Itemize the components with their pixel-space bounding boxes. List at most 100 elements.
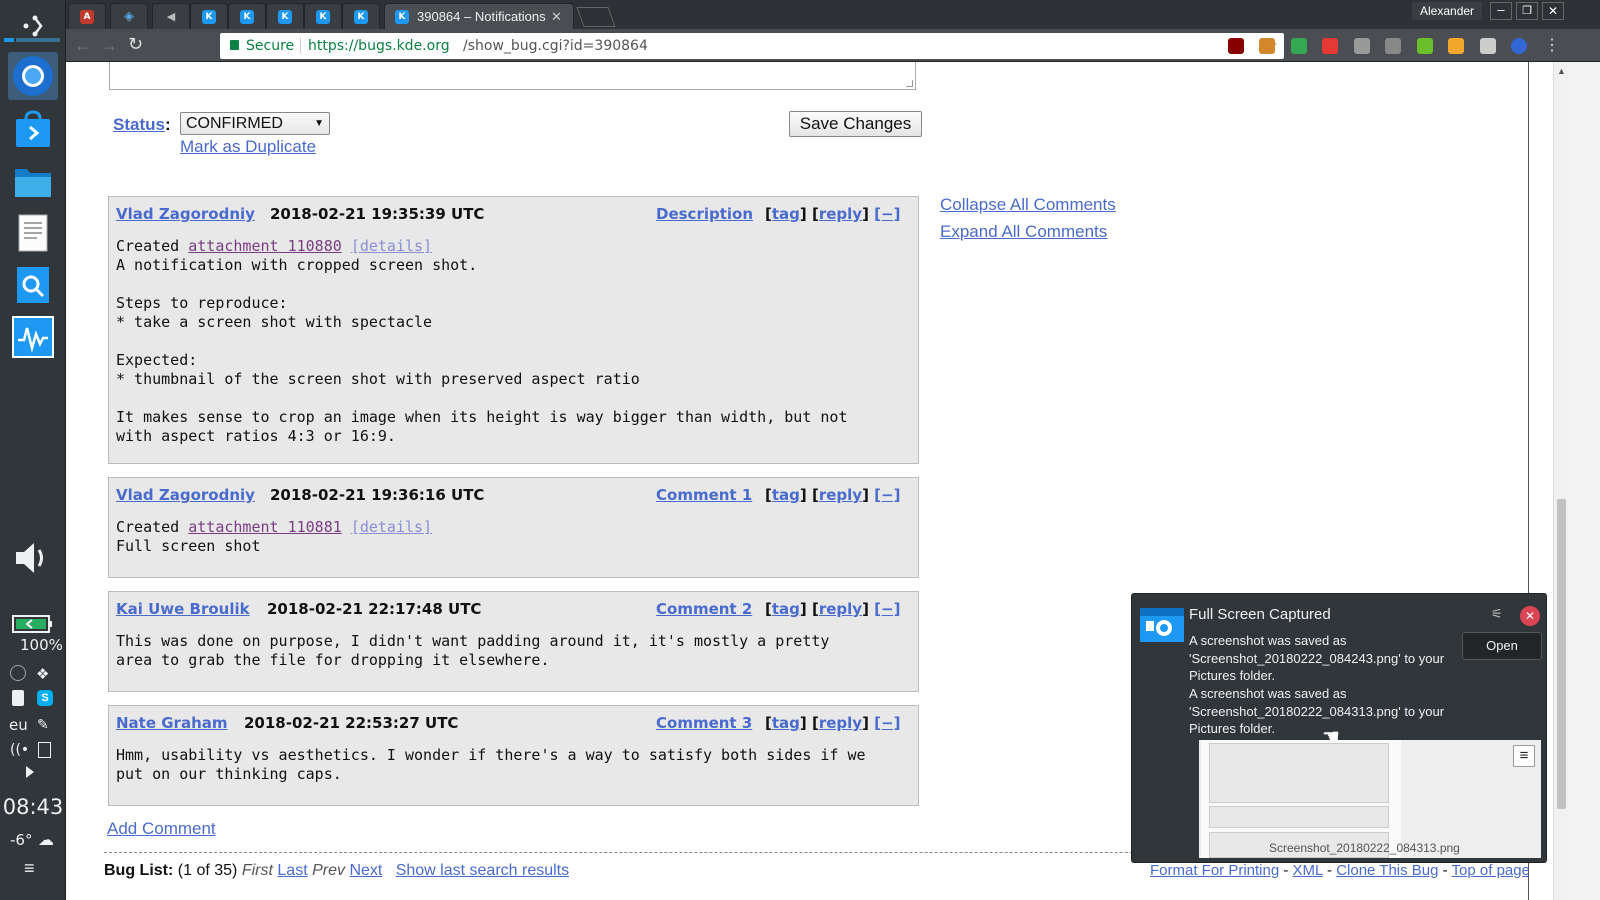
tab-kde-2[interactable]: K xyxy=(228,3,266,29)
extension-2-icon[interactable] xyxy=(1259,38,1275,54)
tab-pinned-2[interactable]: ◈ xyxy=(110,3,148,29)
close-tab-icon[interactable]: ✕ xyxy=(551,9,562,25)
next-link[interactable]: Next xyxy=(349,862,382,879)
chromium-task-icon[interactable] xyxy=(8,52,58,100)
forward-icon[interactable]: → xyxy=(100,35,118,56)
weather-temperature[interactable]: -6° xyxy=(10,831,32,849)
volume-icon[interactable] xyxy=(12,540,52,581)
comment-number-link[interactable]: Comment 3 xyxy=(656,714,752,732)
skype-icon[interactable]: S xyxy=(37,690,53,706)
tab-kde-1[interactable]: K xyxy=(190,3,228,29)
comment-number-link[interactable]: Comment 2 xyxy=(656,600,752,618)
tag-link[interactable]: tag xyxy=(772,486,800,504)
scrollbar-thumb[interactable] xyxy=(1557,499,1566,809)
mail-extension-icon[interactable] xyxy=(1385,38,1401,54)
keyboard-layout[interactable]: eu xyxy=(9,716,28,734)
collapse-comment-link[interactable]: [−] xyxy=(874,205,900,223)
expand-tray-icon[interactable] xyxy=(26,766,34,778)
tag-link[interactable]: tag xyxy=(772,714,800,732)
comment-number-link[interactable]: Comment 1 xyxy=(656,486,752,504)
add-comment-link[interactable]: Add Comment xyxy=(107,819,216,839)
usb-device-icon[interactable] xyxy=(12,690,24,706)
text-editor-icon[interactable] xyxy=(8,209,58,257)
application-launcher-icon[interactable] xyxy=(8,2,58,50)
top-of-page-link[interactable]: Top of page xyxy=(1452,862,1528,879)
collapse-all-comments-link[interactable]: Collapse All Comments xyxy=(940,195,1116,215)
comment-textarea[interactable] xyxy=(109,62,916,90)
save-changes-button[interactable]: Save Changes xyxy=(789,111,922,137)
tab-pinned-3[interactable]: ◀ xyxy=(152,3,190,29)
status-select[interactable]: CONFIRMED ▼ xyxy=(180,112,330,135)
details-link[interactable]: [details] xyxy=(351,237,432,255)
reply-link[interactable]: reply xyxy=(819,600,862,618)
collapse-comment-link[interactable]: [−] xyxy=(874,714,900,732)
discover-store-icon[interactable] xyxy=(8,105,58,153)
attachment-link[interactable]: attachment 110880 xyxy=(188,237,342,255)
screenshot-thumbnail[interactable]: ≡ Screenshot_20180222_084313.png xyxy=(1189,740,1541,858)
colorful-extension-icon[interactable] xyxy=(1448,38,1464,54)
minimize-window-icon[interactable]: – xyxy=(1490,2,1512,20)
page-scrollbar[interactable]: ▲ xyxy=(1553,62,1568,900)
restore-window-icon[interactable]: ❐ xyxy=(1516,2,1538,20)
scroll-up-icon[interactable]: ▲ xyxy=(1557,66,1566,76)
notification-settings-icon[interactable]: ⚟ xyxy=(1491,606,1503,622)
search-tool-icon[interactable] xyxy=(8,261,58,309)
notification-status-icon[interactable] xyxy=(10,665,26,681)
extension-4-icon[interactable] xyxy=(1322,38,1338,54)
comment-author[interactable]: Vlad Zagorodniy xyxy=(116,486,255,504)
mark-duplicate-link[interactable]: Mark as Duplicate xyxy=(180,137,316,157)
clone-bug-link[interactable]: Clone This Bug xyxy=(1336,862,1438,879)
network-wifi-icon[interactable]: ((• xyxy=(10,742,29,758)
tag-link[interactable]: tag xyxy=(772,600,800,618)
resize-handle[interactable] xyxy=(906,80,913,87)
comment-author[interactable]: Nate Graham xyxy=(116,714,228,732)
thumbnail-menu-icon[interactable]: ≡ xyxy=(1513,745,1535,767)
tab-kde-5[interactable]: K xyxy=(342,3,380,29)
status-help-link[interactable]: Status xyxy=(113,115,165,134)
panel-menu-icon[interactable]: ≡ xyxy=(24,858,35,879)
reply-link[interactable]: reply xyxy=(819,486,862,504)
green-arrow-extension-icon[interactable] xyxy=(1417,38,1433,54)
show-last-search-link[interactable]: Show last search results xyxy=(396,862,569,879)
tab-pinned-1[interactable]: A xyxy=(68,3,106,29)
chrome-menu-icon[interactable]: ⋮ xyxy=(1544,35,1560,55)
ublock-extension-icon[interactable] xyxy=(1228,38,1244,54)
extension-3-icon[interactable] xyxy=(1291,38,1307,54)
battery-icon[interactable] xyxy=(12,615,52,638)
tag-link[interactable]: tag xyxy=(772,205,800,223)
collapse-comment-link[interactable]: [−] xyxy=(874,600,900,618)
address-bar[interactable]: Secure https://bugs.kde.org /show_bug.cg… xyxy=(220,33,1284,59)
details-link[interactable]: [details] xyxy=(351,518,432,536)
reload-icon[interactable]: ↻ xyxy=(128,34,143,55)
tab-active[interactable]: K 390864 – Notifications ✕ xyxy=(384,3,574,29)
extension-9-icon[interactable] xyxy=(1480,38,1496,54)
collapse-comment-link[interactable]: [−] xyxy=(874,486,900,504)
download-extension-icon[interactable] xyxy=(1354,38,1370,54)
comment-author[interactable]: Vlad Zagorodniy xyxy=(116,205,255,223)
clipboard-icon[interactable] xyxy=(38,742,51,758)
last-link[interactable]: Last xyxy=(277,862,307,879)
comment-number-link[interactable]: Description xyxy=(656,205,753,223)
kdeconnect-icon[interactable]: ✎ xyxy=(37,716,49,733)
close-window-icon[interactable]: ✕ xyxy=(1542,2,1564,20)
back-icon[interactable]: ← xyxy=(74,35,92,56)
block-extension-icon[interactable] xyxy=(1511,38,1527,54)
comment-description: Vlad Zagorodniy 2018-02-21 19:35:39 UTC … xyxy=(108,196,919,464)
profile-name[interactable]: Alexander xyxy=(1412,2,1483,20)
reply-link[interactable]: reply xyxy=(819,714,862,732)
dropbox-icon[interactable]: ❖ xyxy=(36,665,49,683)
digital-clock[interactable]: 08:43 xyxy=(0,795,66,819)
reply-link[interactable]: reply xyxy=(819,205,862,223)
file-manager-icon[interactable] xyxy=(8,157,58,205)
new-tab-button[interactable] xyxy=(576,7,616,27)
expand-all-comments-link[interactable]: Expand All Comments xyxy=(940,222,1107,242)
tab-kde-4[interactable]: K xyxy=(304,3,342,29)
notification-close-icon[interactable]: ✕ xyxy=(1520,606,1540,626)
system-monitor-icon[interactable] xyxy=(8,313,58,361)
attachment-link[interactable]: attachment 110881 xyxy=(188,518,342,536)
format-printing-link[interactable]: Format For Printing xyxy=(1150,862,1279,879)
comment-author[interactable]: Kai Uwe Broulik xyxy=(116,600,250,618)
xml-link[interactable]: XML xyxy=(1293,862,1323,879)
open-button[interactable]: Open xyxy=(1462,632,1542,660)
tab-kde-3[interactable]: K xyxy=(266,3,304,29)
